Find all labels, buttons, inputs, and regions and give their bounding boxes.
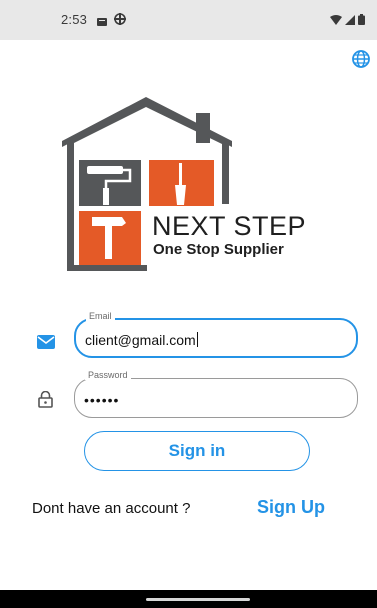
email-field[interactable]: Email client@gmail.com [74, 311, 358, 358]
globe-icon [352, 50, 370, 68]
sign-up-link[interactable]: Sign Up [257, 497, 325, 518]
text-caret [196, 332, 198, 347]
no-account-text: Dont have an account ? [32, 500, 191, 517]
wifi-icon [330, 14, 342, 25]
password-field[interactable]: Password •••••• [74, 370, 358, 418]
password-label: Password [85, 370, 131, 380]
logo-tagline: One Stop Supplier [153, 241, 284, 258]
house-chimney [196, 113, 210, 143]
sign-in-button[interactable]: Sign in [84, 431, 310, 471]
status-time: 2:53 [61, 12, 88, 27]
notification-icon [97, 14, 107, 32]
language-button[interactable] [351, 49, 371, 69]
battery-icon [358, 14, 365, 25]
status-bar: 2:53 [0, 0, 377, 40]
mail-icon [37, 335, 55, 354]
navigation-bar [0, 590, 377, 608]
password-value: •••••• [84, 392, 120, 408]
logo-title: NEXT STEP [152, 211, 307, 241]
game-controller-icon [113, 12, 127, 31]
status-icons [330, 14, 365, 25]
signal-icon [345, 14, 355, 25]
home-gesture-handle[interactable] [146, 598, 250, 601]
email-value: client@gmail.com [85, 332, 196, 348]
lock-icon [38, 390, 53, 413]
email-label: Email [86, 311, 115, 321]
